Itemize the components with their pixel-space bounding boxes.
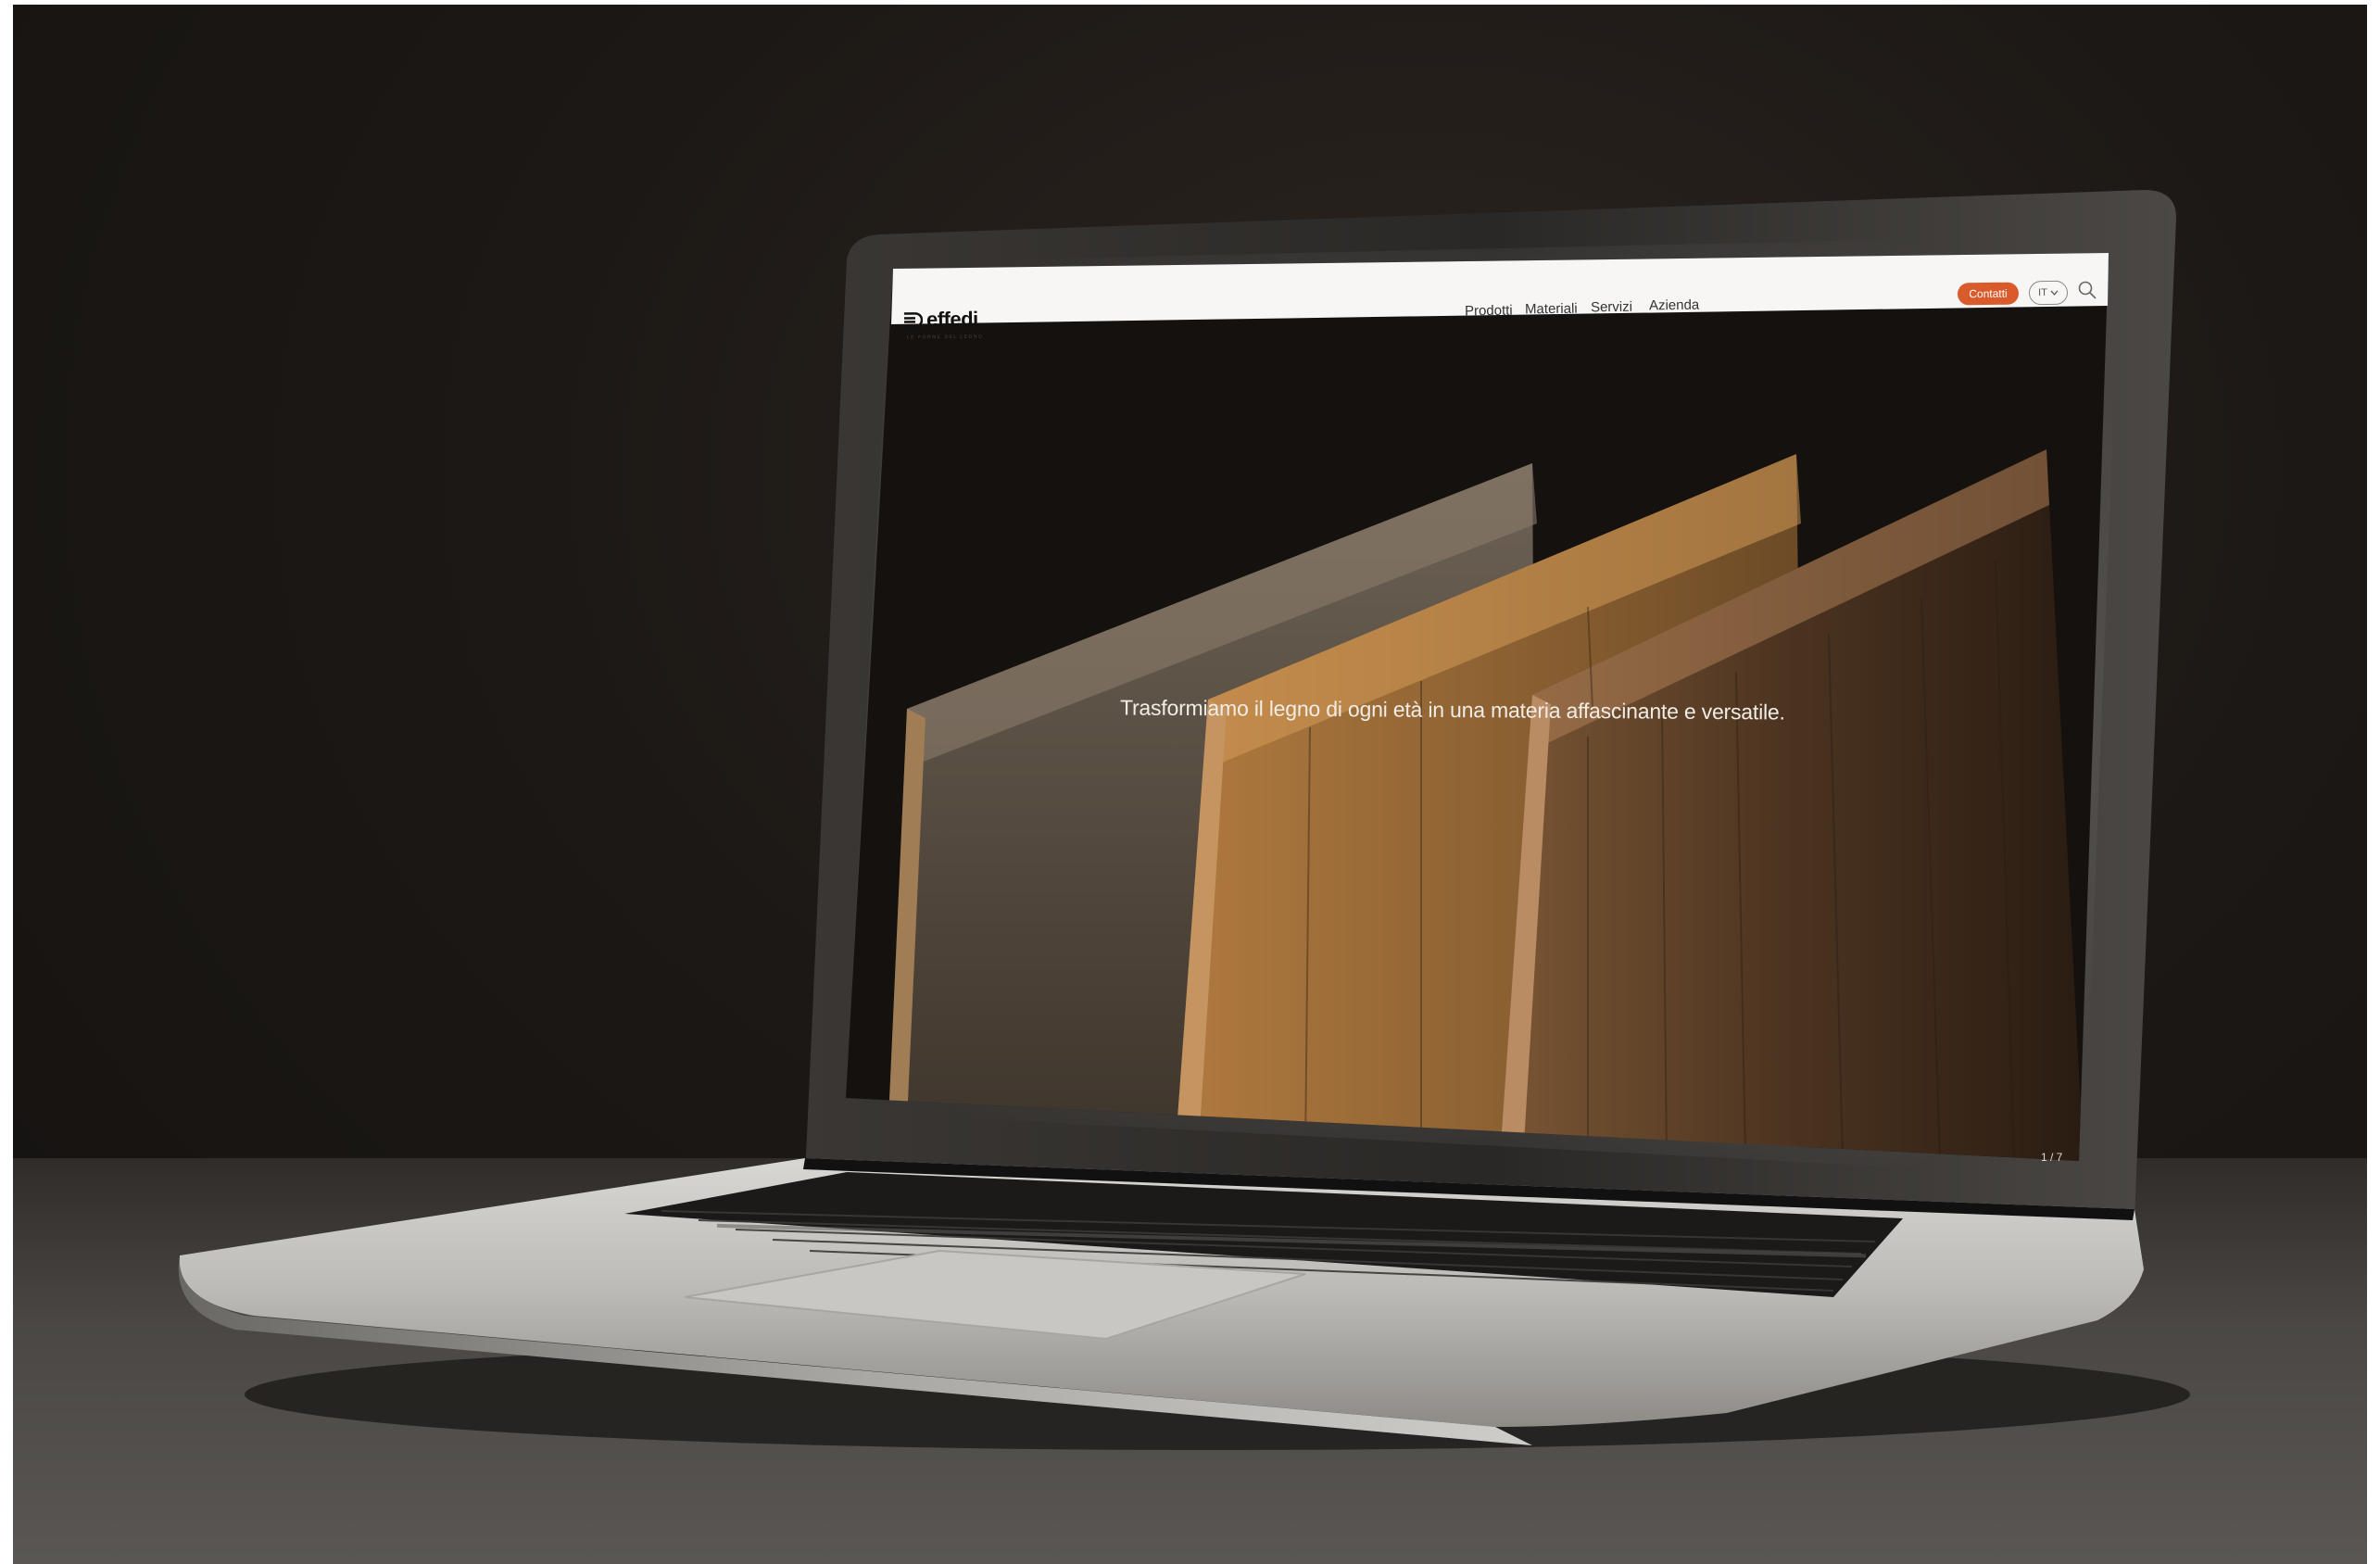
- nav-item-prodotti[interactable]: Prodotti: [1465, 303, 1513, 320]
- site-logo[interactable]: effedi: [902, 308, 978, 333]
- language-label: IT: [2038, 287, 2047, 299]
- language-selector[interactable]: IT: [2028, 280, 2069, 306]
- slide-counter: 1 / 7: [2041, 1151, 2063, 1164]
- screen-display: [846, 253, 2109, 1161]
- logo-tagline: LE FORME DEL LEGNO: [906, 334, 984, 341]
- chevron-down-icon: [2050, 287, 2059, 298]
- nav-item-servizi[interactable]: Servizi: [1591, 299, 1632, 316]
- hero-headline: Trasformiamo il legno di ogni età in una…: [1119, 695, 1785, 725]
- search-icon[interactable]: [2077, 280, 2097, 305]
- logo-text: effedi: [926, 307, 978, 332]
- nav-item-materiali[interactable]: Materiali: [1525, 301, 1578, 318]
- contact-button[interactable]: Contatti: [1957, 282, 2020, 306]
- nav-item-azienda[interactable]: Azienda: [1649, 297, 1699, 314]
- effedi-logo-mark: [902, 311, 924, 328]
- product-photo: effedi LE FORME DEL LEGNO Prodotti Mater…: [13, 5, 2367, 1564]
